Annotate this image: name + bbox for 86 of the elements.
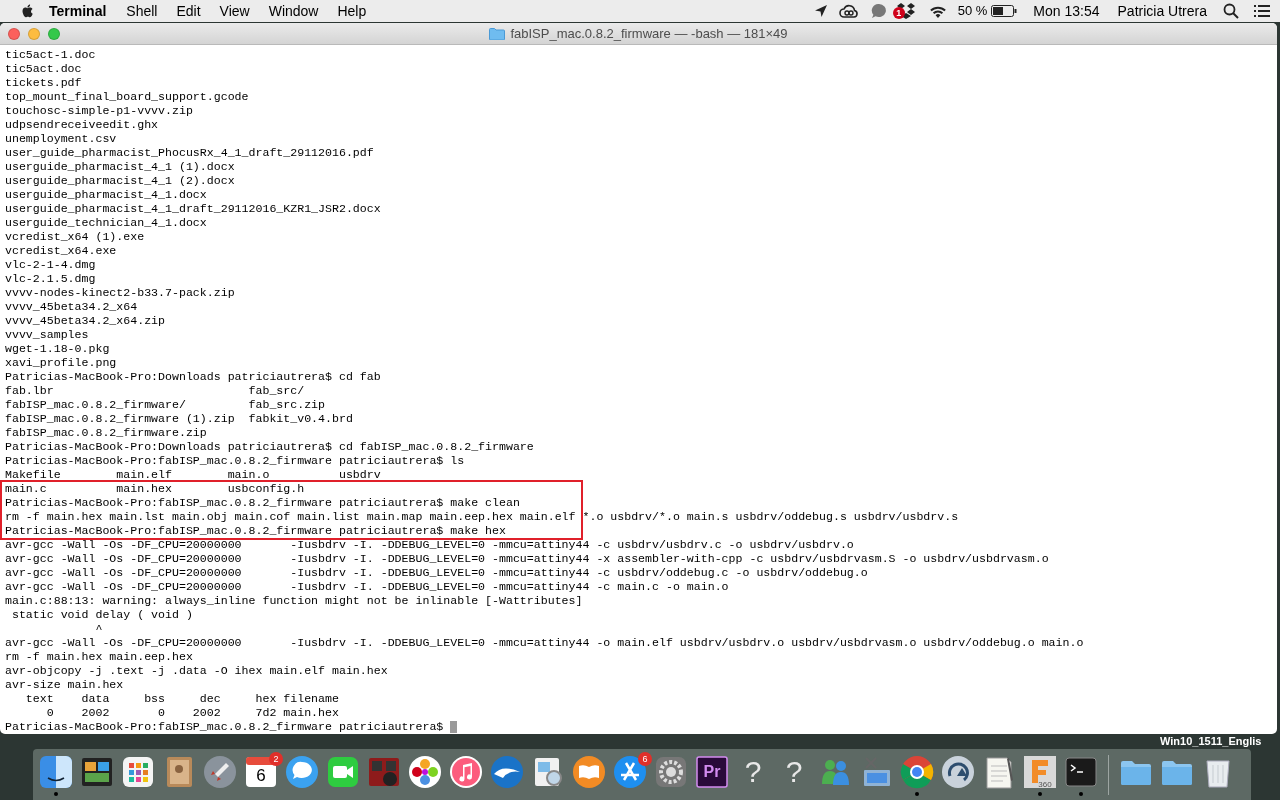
terminal-line: Patricias-MacBook-Pro:fabISP_mac.0.8.2_firmware patriciautrera$ ls: [5, 454, 465, 468]
swirl-icon[interactable]: [940, 753, 976, 790]
terminal-line: userguide_pharmacist_4_1 (1).docx: [5, 160, 235, 174]
terminal-line: tic5act.doc: [5, 62, 82, 76]
browser-icon[interactable]: [899, 753, 935, 790]
terminal-line: rm -f main.hex main.lst main.obj main.cof main.list main.map main.eep.hex main.elf *.o usbdrv/*.o main.s usbdrv/oddebug.s usbdrv/usbdrv.s: [5, 510, 959, 524]
terminal-line: fabISP_mac.0.8.2_firmware (1).zip fabkit_v0.4.brd: [5, 412, 353, 426]
terminal-line: ^: [94, 622, 103, 636]
menu-item[interactable]: Shell: [126, 0, 158, 22]
open-book-icon[interactable]: [571, 753, 607, 790]
terminal-line: vcredist_x64.exe: [5, 244, 117, 258]
music-note-icon[interactable]: [448, 753, 484, 790]
terminal-line: Patricias-MacBook-Pro:fabISP_mac.0.8.2_firmware patriciautrera$: [5, 720, 444, 734]
apple-icon[interactable]: [21, 3, 35, 19]
terminal-line: touchosc-simple-p1-vvvv.zip: [5, 104, 193, 118]
terminal-line: tic5act-1.doc: [5, 48, 96, 62]
notification-badge: 1: [892, 7, 905, 19]
terminal-line: 0 2002 0 2002 7d2 main.hex: [45, 706, 339, 720]
terminal-line: main.c main.hex usbconfig.h: [5, 482, 305, 496]
window-title: fabISP_mac.0.8.2_firmware — -bash — 181×49: [510, 24, 788, 43]
terminal-line: avr-objcopy -j .text -j .data -O ihex main.elf main.hex: [5, 664, 388, 678]
close-button[interactable]: [8, 28, 20, 40]
bird-icon[interactable]: [489, 753, 525, 790]
terminal-line: avr-size main.hex: [5, 678, 124, 692]
chat-bubble-icon[interactable]: [869, 2, 888, 20]
app-store-icon[interactable]: [612, 753, 648, 790]
fusion-icon[interactable]: 360: [1022, 753, 1058, 790]
list-icon[interactable]: [1253, 4, 1271, 18]
terminal-line: fab.lbr fab_src/: [5, 384, 305, 398]
pinwheel-icon[interactable]: [407, 753, 443, 790]
search-icon[interactable]: [1223, 3, 1239, 19]
notification-badge: 2: [269, 751, 283, 766]
clock[interactable]: Mon 13:54: [1033, 0, 1100, 22]
terminal-line: vvvv_samples: [5, 328, 89, 342]
terminal-line: vvvv_45beta34.2_x64.zip: [5, 314, 166, 328]
terminal-line: Patricias-MacBook-Pro:fabISP_mac.0.8.2_firmware patriciautrera$ make hex: [5, 524, 506, 538]
battery-icon[interactable]: [991, 5, 1018, 17]
app-menu[interactable]: Terminal: [49, 0, 107, 22]
terminal-line: fabISP_mac.0.8.2_firmware.zip: [5, 426, 207, 440]
terminal-line: Makefile main.elf main.o usbdrv: [5, 468, 381, 482]
terminal-line: Patricias-MacBook-Pro:Downloads patriciautrera$ cd fabISP_mac.0.8.2_firmware: [5, 440, 534, 454]
terminal-line: vlc-2.1.5.dmg: [5, 272, 96, 286]
terminal-line: user_guide_pharmacist_PhocusRx_4_1_draft_29112016.pdf: [5, 146, 374, 160]
terminal-line: unemployment.csv: [5, 132, 117, 146]
menu-item[interactable]: View: [219, 0, 250, 22]
battery-percentage: 50 %: [957, 2, 988, 21]
menu-item[interactable]: Window: [268, 0, 319, 22]
file-label[interactable]: Win10_1511_Englis: [1160, 735, 1262, 748]
terminal-line: fabISP_mac.0.8.2_firmware/ fab_src.zip: [5, 398, 326, 412]
terminal-line: vvvv_45beta34.2_x64: [5, 300, 138, 314]
terminal-line: vlc-2-1-4.dmg: [5, 258, 96, 272]
menu-item[interactable]: Help: [337, 0, 367, 22]
terminal-line: userguide_pharmacist_4_1_draft_29112016_KZR1_JSR2.docx: [5, 202, 381, 216]
terminal-line: avr-gcc -Wall -Os -DF_CPU=20000000 -Iusbdrv -I. -DDEBUG_LEVEL=0 -mmcu=attiny44 -c main.c -o main.o: [5, 580, 729, 594]
cloud-icon[interactable]: [837, 3, 860, 19]
terminal-line: vcredist_x64 (1).exe: [5, 230, 145, 244]
terminal-line: avr-gcc -Wall -Os -DF_CPU=20000000 -Iusbdrv -I. -DDEBUG_LEVEL=0 -mmcu=attiny44 -c usbdrv/usbdrv.c -o usbdrv/usbdrv.o: [5, 538, 854, 552]
terminal-line: top_mount_final_board_support.gcode: [5, 90, 249, 104]
terminal-line: static void delay ( void ): [10, 608, 193, 622]
unknown-app-icon[interactable]: ?: [776, 753, 812, 790]
notification-badge: 6: [638, 751, 652, 766]
app-icon[interactable]: Pr: [694, 753, 730, 790]
terminal-line: userguide_pharmacist_4_1 (2).docx: [5, 174, 235, 188]
menu-item[interactable]: Edit: [176, 0, 201, 22]
terminal-line: Patricias-MacBook-Pro:Downloads patriciautrera$ cd fab: [5, 370, 381, 384]
terminal-line: text data bss dec hex filename: [24, 692, 339, 706]
terminal-line: udpsendreceiveedit.ghx: [5, 118, 159, 132]
chat-bubble-icon[interactable]: [284, 753, 320, 790]
terminal-line: avr-gcc -Wall -Os -DF_CPU=20000000 -Iusbdrv -I. -DDEBUG_LEVEL=0 -mmcu=attiny44 -x assembler-with-cpp -c usbdrv/usbdrvasm.S -o usbdrv/usbdrvasm.o: [5, 552, 1049, 566]
terminal-line: avr-gcc -Wall -Os -DF_CPU=20000000 -Iusbdrv -I. -DDEBUG_LEVEL=0 -mmcu=attiny44 -o main.elf usbdrv/usbdrv.o usbdrv/usbdrvasm.o usbdrv/oddebug.o main.o: [5, 636, 1084, 650]
terminal-line: userguide_pharmacist_4_1.docx: [5, 188, 207, 202]
unknown-app-icon[interactable]: ?: [735, 753, 771, 790]
terminal-line: tickets.pdf: [5, 76, 82, 90]
terminal-line: avr-gcc -Wall -Os -DF_CPU=20000000 -Iusbdrv -I. -DDEBUG_LEVEL=0 -mmcu=attiny44 -c usbdrv/oddebug.c -o usbdrv/oddebug.o: [5, 566, 868, 580]
split-face-icon[interactable]: [38, 753, 74, 790]
box-stack-icon[interactable]: [895, 2, 916, 20]
terminal-line: xavi_profile.png: [5, 356, 117, 370]
location-arrow-icon[interactable]: [813, 4, 828, 18]
text-cursor: [450, 721, 458, 733]
terminal-line: Patricias-MacBook-Pro:fabISP_mac.0.8.2_firmware patriciautrera$ make clean: [5, 496, 520, 510]
terminal-line: vvvv-nodes-kinect2-b33.7-pack.zip: [5, 286, 235, 300]
user-name[interactable]: Patricia Utrera: [1117, 0, 1207, 22]
terminal-line: main.c:88:13: warning: always_inline function might not be inlinable [-Wattributes]: [5, 594, 583, 608]
terminal-line: wget-1.18-0.pkg: [5, 342, 110, 356]
terminal-line: rm -f main.hex main.eep.hex: [5, 650, 193, 664]
terminal-line: userguide_technician_4_1.docx: [5, 216, 207, 230]
